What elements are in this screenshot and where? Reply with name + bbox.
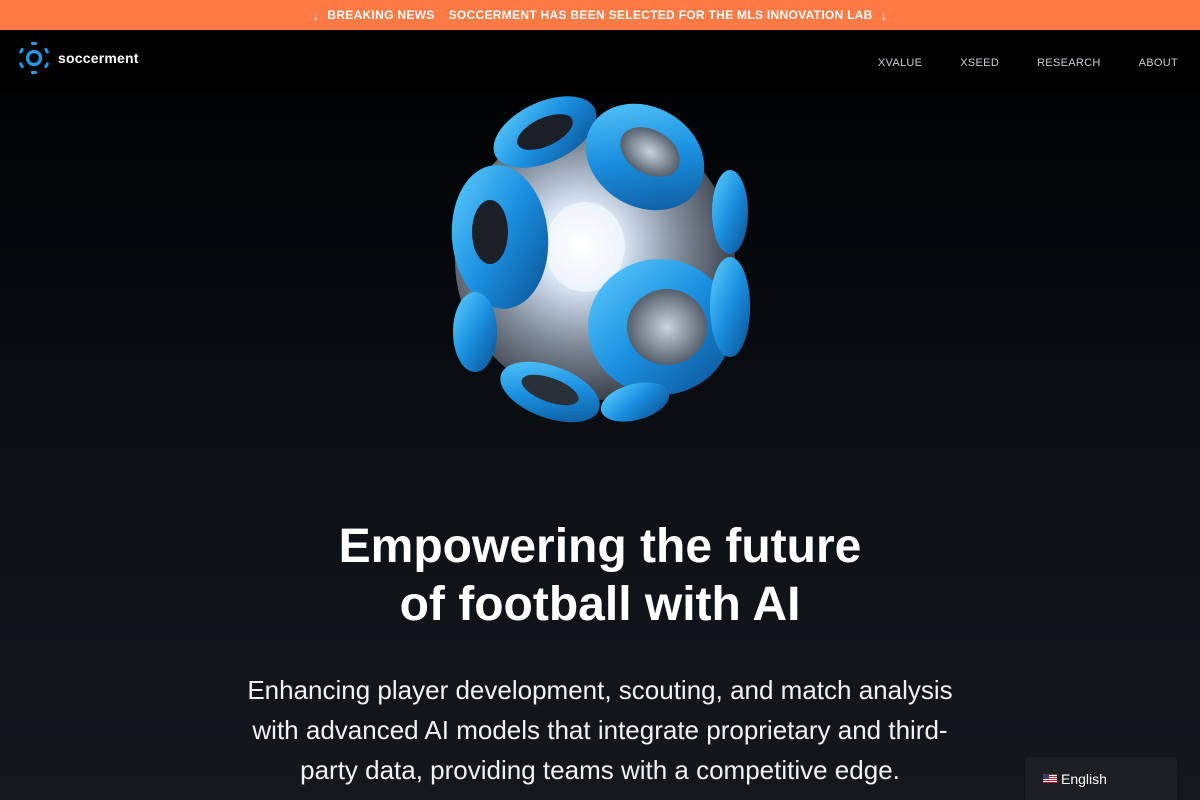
hero-subhead-line2: with advanced AI models that integrate p… [252, 715, 948, 745]
nav-item-research[interactable]: RESEARCH [1037, 57, 1101, 69]
nav-item-xvalue[interactable]: XVALUE [878, 57, 922, 69]
arrow-down-icon: ↓ [312, 7, 320, 23]
nav-item-xseed[interactable]: XSEED [960, 57, 999, 69]
main-nav: XVALUE XSEED RESEARCH ABOUT [840, 57, 1178, 69]
nav-item-about[interactable]: ABOUT [1139, 57, 1178, 69]
breaking-news-text[interactable]: SOCCERMENT HAS BEEN SELECTED FOR THE MLS… [449, 8, 873, 22]
language-label: English [1061, 770, 1107, 787]
hero-headline: Empowering the future of football with A… [200, 518, 1000, 634]
hero-headline-line2: of football with AI [399, 578, 801, 631]
breaking-news-banner[interactable]: ↓ BREAKING NEWS SOCCERMENT HAS BEEN SELE… [0, 0, 1200, 30]
hero-subhead-line3: party data, providing teams with a compe… [300, 755, 900, 785]
top-navbar: soccerment XVALUE XSEED RESEARCH ABOUT [0, 30, 1200, 92]
brand-name: soccerment [58, 50, 139, 66]
arrow-down-icon: ↓ [880, 7, 888, 23]
breaking-news-label: BREAKING NEWS [327, 8, 435, 22]
hero-headline-line1: Empowering the future [338, 520, 862, 573]
soccerment-logo-icon [19, 42, 49, 74]
us-flag-icon [1043, 774, 1057, 783]
language-selector[interactable]: English [1025, 757, 1177, 800]
hero-subheadline: Enhancing player development, scouting, … [210, 670, 990, 790]
hero-subhead-line1: Enhancing player development, scouting, … [247, 675, 953, 705]
brand-logo[interactable]: soccerment [17, 41, 139, 75]
ai-football-sphere-icon [451, 96, 750, 423]
